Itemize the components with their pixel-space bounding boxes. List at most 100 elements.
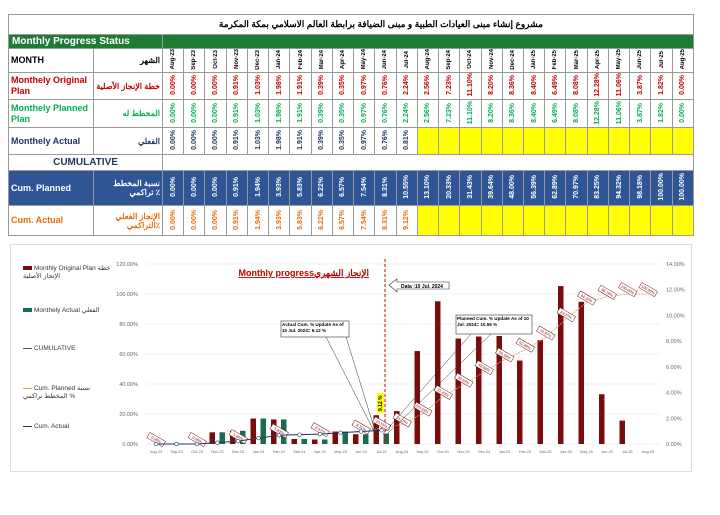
month-header: Dec-24 xyxy=(501,48,524,73)
left-tick-label: 80.00% xyxy=(119,322,138,328)
cum-actual-point xyxy=(235,438,241,444)
left-tick-label: 20.00% xyxy=(119,412,138,418)
x-tick-label: Aug-23 xyxy=(150,450,162,454)
value-cell: 11.10% xyxy=(459,99,482,128)
value-cell: 1.94% xyxy=(246,205,270,236)
value-cell: 0.39% xyxy=(310,127,333,155)
cum-actual-point xyxy=(317,432,323,437)
value-cell: 39.64% xyxy=(480,170,503,206)
value-cell: 0.35% xyxy=(331,72,355,100)
value-cell: 3.93% xyxy=(268,170,291,206)
x-tick-label: Sep-23 xyxy=(170,450,182,454)
cumulative-label: CUMULATIVE xyxy=(8,154,163,171)
month-header: Dec-23 xyxy=(246,48,270,73)
value-cell xyxy=(586,205,609,236)
marker-label: 9.12 % xyxy=(377,393,384,413)
value-cell: 6.22% xyxy=(310,170,333,206)
right-tick-label: 14.00% xyxy=(666,262,685,268)
value-cell: 0.39% xyxy=(310,99,333,128)
value-cell: 0.00% xyxy=(183,170,206,206)
value-cell: 31.43% xyxy=(459,170,482,206)
cum-planned-label: 100.00% xyxy=(638,282,658,298)
month-header: Nov-24 xyxy=(480,48,503,73)
value-cell: 0.00% xyxy=(161,170,185,206)
progress-chart: Monthly Original Plan خطة الإنجاز الأصلي… xyxy=(10,244,692,472)
value-cell: 5.83% xyxy=(289,205,312,236)
row-label-ar: المخطط له xyxy=(93,99,163,128)
x-tick-label: Apr-24 xyxy=(314,450,325,454)
value-cell xyxy=(671,205,695,236)
value-cell xyxy=(565,127,588,155)
left-tick-label: 0.00% xyxy=(122,442,138,448)
value-cell: 1.91% xyxy=(289,72,312,100)
value-cell: 7.54% xyxy=(353,205,376,236)
value-cell: 0.00% xyxy=(161,99,185,128)
month-header: Mar-24 xyxy=(310,48,333,73)
month-header: Feb-25 xyxy=(544,48,567,73)
value-cell: 1.98% xyxy=(268,99,291,128)
cum-actual-point xyxy=(153,441,159,447)
cum-actual-point xyxy=(276,433,282,438)
row-label-ar: الفعلي xyxy=(93,127,163,155)
value-cell: 11.06% xyxy=(607,72,631,100)
x-tick-label: Nov-24 xyxy=(457,450,469,454)
progress-table: مشروع إنشاء مبنى العيادات الطبية و مبنى … xyxy=(8,14,695,236)
row-label: Cum. Actual xyxy=(8,205,94,236)
month-header: May-24 xyxy=(353,48,376,73)
value-cell: 8.08% xyxy=(565,99,588,128)
value-cell: 0.91% xyxy=(225,99,248,128)
cum-planned-label: 98.18% xyxy=(597,284,617,300)
value-cell: 8.36% xyxy=(501,72,524,100)
row-label-ar: خطة الإنجاز الأصلية xyxy=(93,72,163,100)
bar-actual xyxy=(363,434,369,444)
value-cell: 11.10% xyxy=(459,72,482,100)
x-tick-label: Sep-24 xyxy=(416,450,428,454)
cum-actual-point xyxy=(194,441,200,447)
value-cell: 0.97% xyxy=(353,99,376,128)
month-header: Aug-24 xyxy=(416,48,440,73)
value-cell: 0.76% xyxy=(374,127,397,155)
month-header: Jan-25 xyxy=(522,48,546,73)
value-cell: 8.31% xyxy=(374,170,397,206)
value-cell: 0.00% xyxy=(183,205,206,236)
value-cell xyxy=(607,127,631,155)
cum-actual-point xyxy=(358,429,364,434)
value-cell: 8.20% xyxy=(480,72,503,100)
value-cell: 1.91% xyxy=(289,127,312,155)
x-tick-label: May-24 xyxy=(334,450,347,454)
value-cell: 0.00% xyxy=(204,170,227,206)
value-cell xyxy=(522,127,546,155)
value-cell: 5.83% xyxy=(289,170,312,206)
month-label-ar: الشهر xyxy=(93,48,163,73)
right-tick-label: 0.00% xyxy=(666,442,682,448)
value-cell: 8.31% xyxy=(374,205,397,236)
cum-actual-point xyxy=(215,440,220,445)
value-cell: 3.87% xyxy=(629,72,652,100)
right-tick-label: 2.00% xyxy=(666,416,682,422)
x-tick-label: Feb-25 xyxy=(519,450,531,454)
value-cell xyxy=(416,127,440,155)
month-header: Apr-24 xyxy=(331,48,355,73)
bar-original xyxy=(619,420,625,444)
value-cell: 0.76% xyxy=(374,72,397,100)
value-cell: 0.97% xyxy=(353,127,376,155)
x-tick-label: Jul-24 xyxy=(376,450,386,454)
value-cell xyxy=(480,205,503,236)
right-tick-label: 8.00% xyxy=(666,339,682,345)
value-cell: 0.91% xyxy=(225,72,248,100)
value-cell: 100.00% xyxy=(671,170,695,206)
value-cell: 70.97% xyxy=(565,170,588,206)
value-cell: 100.00% xyxy=(650,170,673,206)
value-cell: 0.00% xyxy=(671,99,695,128)
value-cell: 0.00% xyxy=(161,205,185,236)
cum-actual-point xyxy=(174,441,179,447)
bar-original xyxy=(578,301,584,444)
bar-actual xyxy=(260,418,266,444)
x-tick-label: Jan-24 xyxy=(253,450,265,454)
month-header: Jul-25 xyxy=(650,48,673,73)
value-cell xyxy=(544,127,567,155)
value-cell: 0.81% xyxy=(395,127,418,155)
value-cell: 9.12% xyxy=(395,205,418,236)
value-cell: 8.40% xyxy=(522,99,546,128)
cum-actual-point xyxy=(297,432,302,437)
